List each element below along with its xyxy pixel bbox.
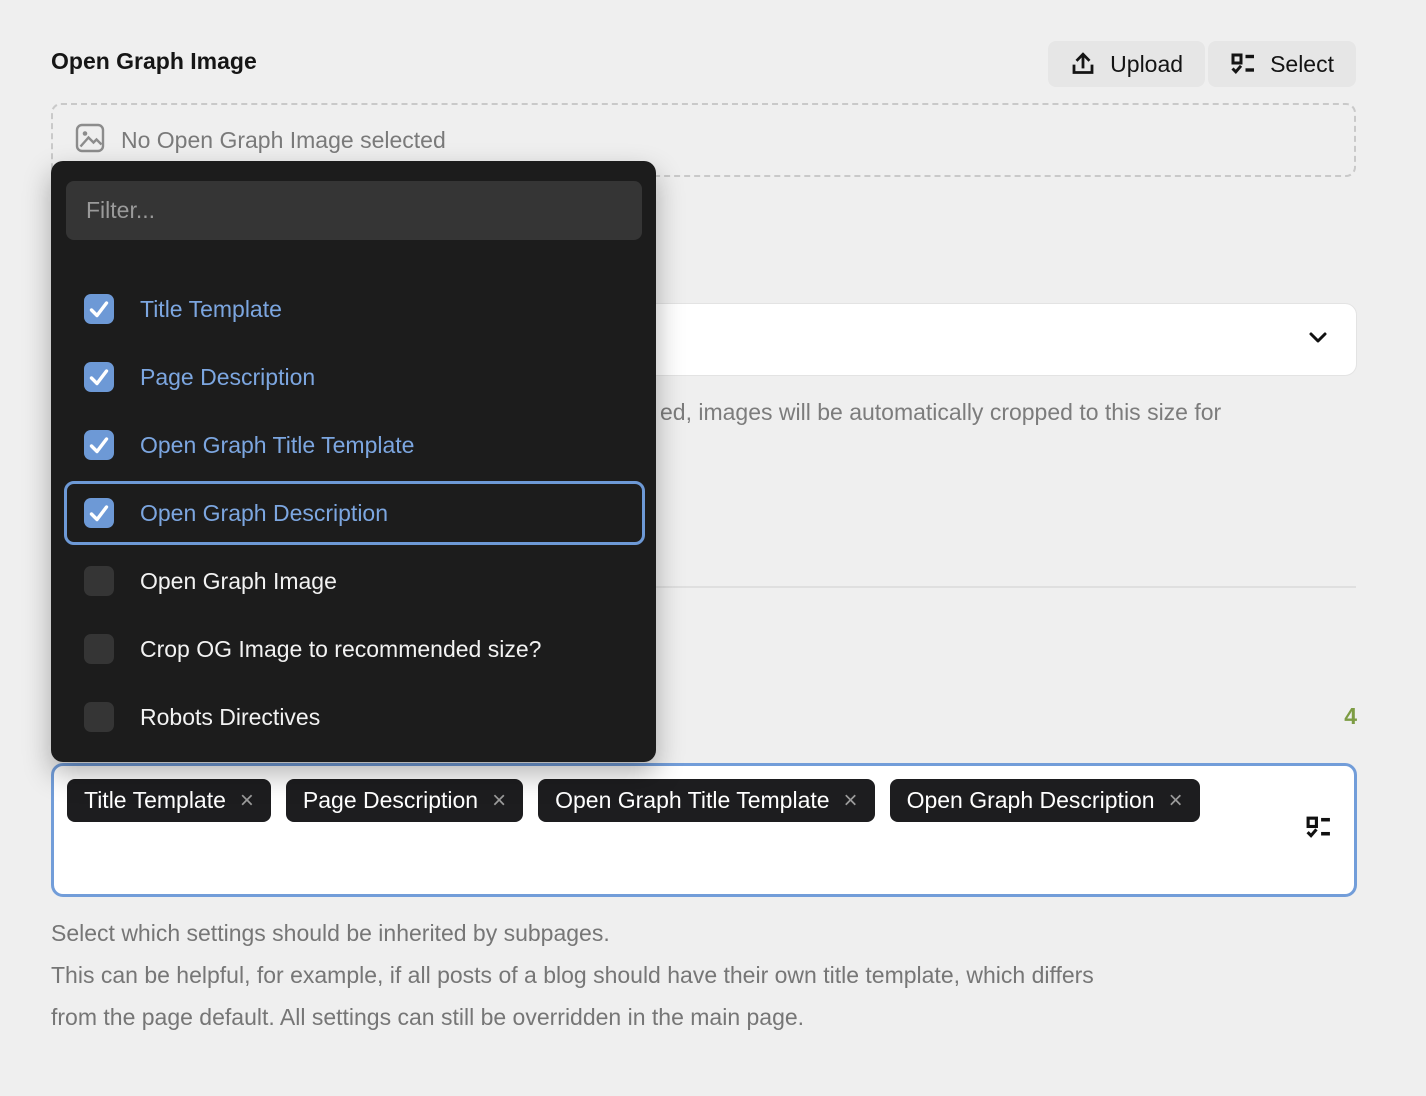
page-title: Open Graph Image [51,48,257,75]
remove-tag-icon[interactable]: × [1169,789,1183,813]
toolbar: Upload Select [1048,41,1356,87]
tag-label: Open Graph Title Template [555,787,829,814]
upload-button[interactable]: Upload [1048,41,1205,87]
remove-tag-icon[interactable]: × [492,789,506,813]
remove-tag-icon[interactable]: × [240,789,254,813]
empty-image-text: No Open Graph Image selected [121,127,446,154]
checkbox[interactable] [84,362,114,392]
dropdown-option-label: Robots Directives [140,704,320,731]
crop-hint-text: ed, images will be automatically cropped… [660,399,1221,426]
dropdown-option-label: Open Graph Description [140,500,388,527]
image-icon [75,123,105,158]
dropdown-option-label: Page Description [140,364,315,391]
chevron-down-icon [1306,325,1330,354]
tag[interactable]: Page Description × [286,779,523,822]
help-line: from the page default. All settings can … [51,996,1094,1038]
checklist-icon[interactable] [1305,814,1332,846]
remove-tag-icon[interactable]: × [844,789,858,813]
dropdown-option-label: Title Template [140,296,282,323]
settings-dropdown: Title Template Page Description Open Gra… [51,161,656,762]
tag-label: Title Template [84,787,226,814]
tag-label: Page Description [303,787,478,814]
dropdown-options: Title Template Page Description Open Gra… [51,275,656,751]
help-line: This can be helpful, for example, if all… [51,954,1094,996]
tags-list: Title Template × Page Description × Open… [67,779,1284,822]
dropdown-option[interactable]: Crop OG Image to recommended size? [51,615,656,683]
dropdown-option-label: Open Graph Title Template [140,432,414,459]
inherit-settings-field[interactable]: Title Template × Page Description × Open… [51,763,1357,897]
dropdown-option-label: Crop OG Image to recommended size? [140,636,541,663]
checkbox[interactable] [84,566,114,596]
help-text: Select which settings should be inherite… [51,912,1094,1038]
select-button-label: Select [1270,51,1334,78]
filter-input[interactable] [66,181,642,240]
dropdown-option[interactable]: Robots Directives [51,683,656,751]
upload-button-label: Upload [1110,51,1183,78]
tag[interactable]: Title Template × [67,779,271,822]
dropdown-option[interactable]: Open Graph Description [51,479,656,547]
dropdown-option[interactable]: Title Template [51,275,656,343]
page: Open Graph Image Upload Sele [0,0,1426,1096]
checkbox[interactable] [84,634,114,664]
dropdown-option[interactable]: Open Graph Title Template [51,411,656,479]
tag[interactable]: Open Graph Title Template × [538,779,874,822]
checkbox[interactable] [84,702,114,732]
checkbox[interactable] [84,294,114,324]
dropdown-option-label: Open Graph Image [140,568,337,595]
checklist-icon [1230,51,1256,77]
checkbox[interactable] [84,430,114,460]
upload-icon [1070,51,1096,77]
dropdown-option[interactable]: Open Graph Image [51,547,656,615]
tag[interactable]: Open Graph Description × [890,779,1200,822]
checkbox[interactable] [84,498,114,528]
dropdown-option[interactable]: Page Description [51,343,656,411]
help-line: Select which settings should be inherite… [51,912,1094,954]
tag-label: Open Graph Description [907,787,1155,814]
select-button[interactable]: Select [1208,41,1356,87]
